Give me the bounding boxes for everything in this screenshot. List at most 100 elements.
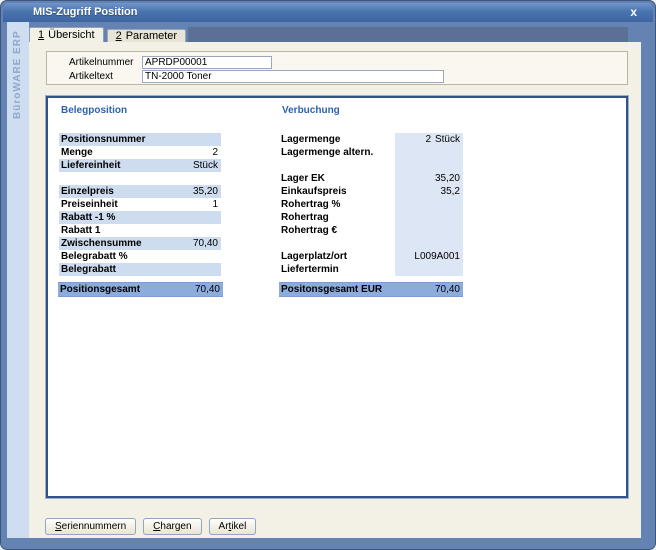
row-label: Lagerplatz/ort [281, 251, 391, 262]
row-value-cell [395, 211, 463, 224]
row-value-cell [395, 224, 463, 237]
tab-strip-filler [188, 27, 628, 42]
artikel-button[interactable]: Artikel [209, 518, 257, 535]
row-label: Rohertrag % [281, 199, 391, 210]
total-value: 70,40 [195, 284, 223, 295]
position-detail-panel: Belegposition Verbuchung Positionsnummer… [46, 96, 628, 498]
row-value: 70,40 [193, 238, 221, 249]
page-uebersicht: Artikelnummer Artikeltext Belegposition … [29, 42, 641, 538]
window-title: MIS-Zugriff Position [33, 6, 137, 18]
table-row: Lagerplatz/ort L009A001 [281, 250, 463, 263]
row-label: Belegrabatt [59, 264, 218, 275]
positionsgesamt-eur-row: Positonsgesamt EUR 70,40 [279, 282, 463, 297]
tab-label: Übersicht [48, 29, 94, 41]
app-window: MIS-Zugriff Position x BüroWARE ERP 1 Üb… [0, 0, 656, 550]
button-accel: C [153, 521, 160, 532]
artikelnummer-input[interactable] [142, 56, 272, 69]
row-label: Lagermenge [281, 134, 391, 145]
button-text: hargen [160, 521, 191, 532]
row-label: Positionsnummer [59, 134, 218, 145]
tab-number: 1 [38, 29, 44, 41]
article-fields-panel: Artikelnummer Artikeltext [46, 51, 628, 85]
row-label: Zwischensumme [59, 238, 193, 249]
chargen-button[interactable]: Chargen [143, 518, 201, 535]
row-label: Rabatt -1 % [59, 212, 218, 223]
table-row: Belegrabatt [59, 263, 221, 276]
row-value: 35,2 [395, 186, 460, 197]
table-row: Rabatt -1 % [59, 211, 221, 224]
row-label: Rohertrag [281, 212, 391, 223]
row-value: 1 [212, 199, 221, 210]
button-text: ikel [231, 521, 246, 532]
table-row: Einzelpreis35,20 [59, 185, 221, 198]
row-label: Lager EK [281, 173, 391, 184]
row-value-cell: L009A001 [395, 250, 463, 263]
button-accel: S [55, 521, 62, 532]
table-row [281, 237, 463, 250]
table-row: Rohertrag € [281, 224, 463, 237]
close-icon[interactable]: x [630, 5, 637, 19]
row-label: Lagermenge altern. [281, 147, 391, 158]
field-row: Artikeltext [69, 69, 627, 83]
row-label: Preiseinheit [59, 199, 212, 210]
table-row: Rabatt 1 [59, 224, 221, 237]
seriennummern-button[interactable]: Seriennummern [45, 518, 136, 535]
table-row: Menge2 [59, 146, 221, 159]
section-title-verbuchung: Verbuchung [282, 105, 340, 116]
table-row [59, 172, 221, 185]
row-value: 35,20 [395, 173, 460, 184]
total-value: 70,40 [435, 284, 463, 295]
verbuchung-rows: Lagermenge 2Stück Lagermenge altern. Lager … [281, 133, 463, 276]
tab-uebersicht[interactable]: 1 Übersicht [29, 27, 104, 42]
table-row: Lagermenge altern. [281, 146, 463, 159]
positionsgesamt-row: Positionsgesamt 70,40 [58, 282, 223, 297]
section-title-belegposition: Belegposition [61, 105, 127, 116]
table-row: Lagermenge 2Stück [281, 133, 463, 146]
row-value-cell: 35,2 [395, 185, 463, 198]
row-value-cell [395, 263, 463, 276]
tab-number: 2 [116, 30, 122, 42]
table-row: Rohertrag [281, 211, 463, 224]
row-label: Einzelpreis [59, 186, 193, 197]
artikeltext-input[interactable] [142, 70, 444, 83]
button-bar: Seriennummern Chargen Artikel [45, 518, 256, 535]
artikelnummer-label: Artikelnummer [69, 57, 142, 68]
table-row: Einkaufspreis35,2 [281, 185, 463, 198]
row-value-cell [395, 198, 463, 211]
table-row: Lager EK 35,20 [281, 172, 463, 185]
tab-bar: 1 Übersicht 2 Parameter [29, 27, 628, 42]
total-label: Positonsgesamt EUR [279, 284, 435, 295]
row-unit: Stück [431, 134, 460, 145]
row-value-cell: 2Stück [395, 133, 463, 146]
title-bar: MIS-Zugriff Position x [3, 3, 653, 22]
row-label: Rohertrag € [281, 225, 391, 236]
tab-parameter[interactable]: 2 Parameter [107, 29, 186, 42]
belegposition-rows: PositionsnummerMenge2LiefereinheitStückE… [59, 133, 221, 276]
row-value: Stück [193, 160, 221, 171]
table-row: Positionsnummer [59, 133, 221, 146]
row-value-cell [395, 237, 463, 250]
artikeltext-label: Artikeltext [69, 71, 142, 82]
table-row: Rohertrag % [281, 198, 463, 211]
row-value: 2 [395, 134, 431, 145]
table-row [281, 159, 463, 172]
table-row: Preiseinheit1 [59, 198, 221, 211]
row-label: Rabatt 1 [59, 225, 218, 236]
tab-label: Parameter [126, 30, 177, 42]
brand-text: BüroWARE ERP [12, 30, 23, 119]
button-text: eriennummern [62, 521, 126, 532]
row-value-cell [395, 159, 463, 172]
row-label: Menge [59, 147, 212, 158]
table-row: Liefertermin [281, 263, 463, 276]
table-row: Belegrabatt % [59, 250, 221, 263]
row-value: 2 [212, 147, 221, 158]
row-label: Belegrabatt % [59, 251, 218, 262]
field-row: Artikelnummer [69, 55, 627, 69]
row-value-cell [395, 146, 463, 159]
row-label: Liefereinheit [59, 160, 193, 171]
total-label: Positionsgesamt [58, 284, 195, 295]
brand-sidebar: BüroWARE ERP [7, 22, 29, 538]
row-label: Liefertermin [281, 264, 391, 275]
button-text: Ar [219, 521, 229, 532]
table-row: Zwischensumme70,40 [59, 237, 221, 250]
